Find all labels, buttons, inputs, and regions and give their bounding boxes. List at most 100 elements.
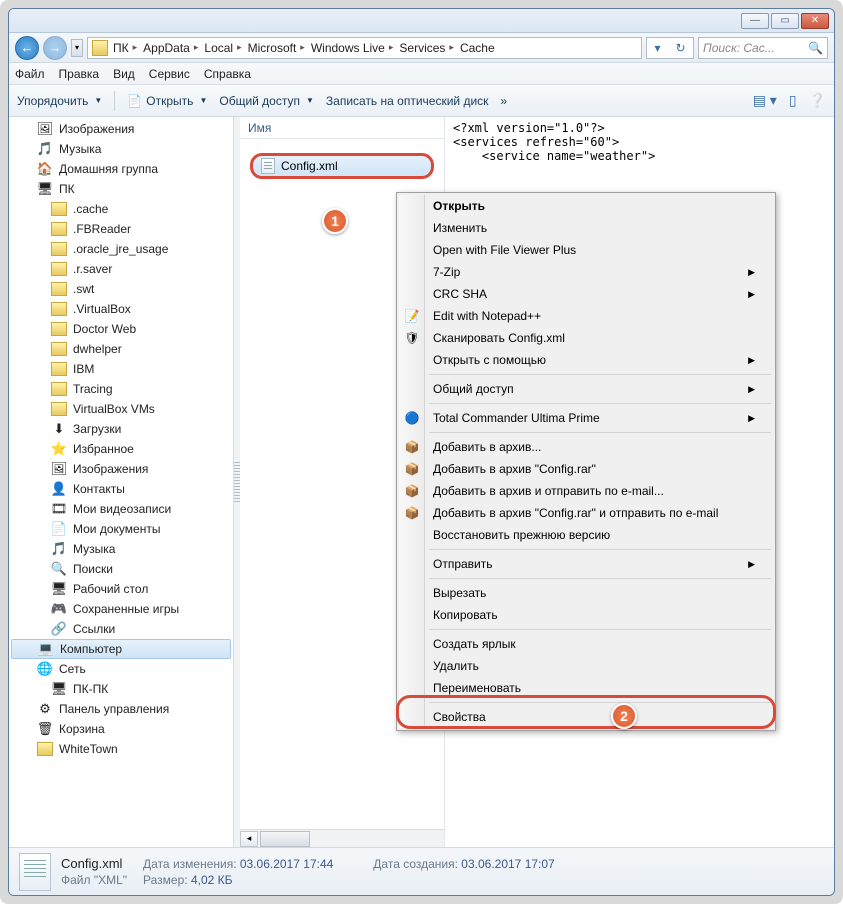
context-menu-item[interactable]: Открыть с помощью▶: [399, 349, 773, 371]
annotation-marker-1: 1: [322, 208, 348, 234]
context-menu-item[interactable]: Изменить: [399, 217, 773, 239]
context-menu-item[interactable]: Общий доступ▶: [399, 378, 773, 400]
tree-item[interactable]: ⚙Панель управления: [9, 699, 233, 719]
context-menu-item[interactable]: Открыть: [399, 195, 773, 217]
titlebar: — ▭ ✕: [9, 9, 834, 33]
tree-item[interactable]: .swt: [9, 279, 233, 299]
help-button[interactable]: ❔: [809, 92, 826, 109]
menu-view[interactable]: Вид: [113, 67, 135, 81]
tree-item[interactable]: .FBReader: [9, 219, 233, 239]
folder-icon: [92, 40, 108, 56]
breadcrumb-item[interactable]: ПК▸: [110, 41, 140, 55]
context-menu-item[interactable]: 📝Edit with Notepad++: [399, 305, 773, 327]
menu-tools[interactable]: Сервис: [149, 67, 190, 81]
tree-item[interactable]: dwhelper: [9, 339, 233, 359]
breadcrumb-item[interactable]: Services▸: [396, 41, 457, 55]
context-menu-item[interactable]: Переименовать: [399, 677, 773, 699]
tree-item[interactable]: Tracing: [9, 379, 233, 399]
tree-item[interactable]: 🎞Мои видеозаписи: [9, 499, 233, 519]
menu-file[interactable]: Файл: [15, 67, 45, 81]
context-menu-item[interactable]: 7-Zip▶: [399, 261, 773, 283]
close-button[interactable]: ✕: [801, 13, 829, 29]
tree-item[interactable]: Doctor Web: [9, 319, 233, 339]
column-header-name[interactable]: Имя: [240, 117, 444, 139]
breadcrumb-item[interactable]: Local▸: [201, 41, 244, 55]
share-button[interactable]: Общий доступ▼: [219, 94, 314, 108]
breadcrumb-item[interactable]: Windows Live▸: [308, 41, 397, 55]
tree-item[interactable]: .r.saver: [9, 259, 233, 279]
context-menu: ОткрытьИзменитьOpen with File Viewer Plu…: [396, 192, 776, 731]
tree-item[interactable]: 🌐Сеть: [9, 659, 233, 679]
tree-item[interactable]: 🖼Изображения: [9, 119, 233, 139]
menu-edit[interactable]: Правка: [59, 67, 100, 81]
context-menu-item[interactable]: Восстановить прежнюю версию: [399, 524, 773, 546]
open-button[interactable]: 📄Открыть▼: [127, 94, 207, 108]
tree-item[interactable]: 🎵Музыка: [9, 539, 233, 559]
search-input[interactable]: Поиск: Cac...🔍: [698, 37, 828, 59]
context-menu-item[interactable]: 🛡Сканировать Config.xml: [399, 327, 773, 349]
tree-item[interactable]: .cache: [9, 199, 233, 219]
tree-item[interactable]: 🖥Рабочий стол: [9, 579, 233, 599]
tree-item[interactable]: 🔍Поиски: [9, 559, 233, 579]
history-dropdown[interactable]: ▾: [71, 39, 83, 57]
context-menu-item[interactable]: Вырезать: [399, 582, 773, 604]
tree-item[interactable]: 📄Мои документы: [9, 519, 233, 539]
forward-button[interactable]: →: [43, 36, 67, 60]
tree-item[interactable]: ⬇Загрузки: [9, 419, 233, 439]
burn-button[interactable]: Записать на оптический диск: [326, 94, 489, 108]
toolbar: Упорядочить▼ 📄Открыть▼ Общий доступ▼ Зап…: [9, 85, 834, 117]
file-config-xml[interactable]: Config.xml: [250, 153, 434, 179]
tree-item[interactable]: WhiteTown: [9, 739, 233, 759]
tree-item[interactable]: VirtualBox VMs: [9, 399, 233, 419]
context-menu-item[interactable]: 📦Добавить в архив "Config.rar": [399, 458, 773, 480]
context-menu-item[interactable]: Создать ярлык: [399, 633, 773, 655]
menu-help[interactable]: Справка: [204, 67, 251, 81]
address-bar: ← → ▾ ПК▸ AppData▸ Local▸ Microsoft▸ Win…: [9, 33, 834, 63]
context-menu-item[interactable]: 📦Добавить в архив и отправить по e-mail.…: [399, 480, 773, 502]
tree-item[interactable]: IBM: [9, 359, 233, 379]
breadcrumb-item[interactable]: Microsoft▸: [245, 41, 308, 55]
breadcrumb-item[interactable]: AppData▸: [140, 41, 201, 55]
horizontal-scrollbar[interactable]: ◂: [240, 829, 444, 847]
tree-item[interactable]: .VirtualBox: [9, 299, 233, 319]
context-menu-item[interactable]: 📦Добавить в архив...: [399, 436, 773, 458]
search-icon: 🔍: [808, 41, 823, 55]
tree-item[interactable]: 🗑Корзина: [9, 719, 233, 739]
tree-item[interactable]: 🎵Музыка: [9, 139, 233, 159]
status-filename: Config.xml: [61, 856, 127, 871]
tree-item[interactable]: 🖥ПК: [9, 179, 233, 199]
breadcrumb-item[interactable]: Cache: [457, 41, 498, 55]
refresh-controls[interactable]: ▾↻: [646, 37, 694, 59]
file-type-icon: [19, 853, 51, 891]
more-button[interactable]: »: [500, 94, 507, 108]
breadcrumb[interactable]: ПК▸ AppData▸ Local▸ Microsoft▸ Windows L…: [87, 37, 642, 59]
context-menu-item[interactable]: 📦Добавить в архив "Config.rar" и отправи…: [399, 502, 773, 524]
tree-item[interactable]: 🖼Изображения: [9, 459, 233, 479]
back-button[interactable]: ←: [15, 36, 39, 60]
context-menu-item[interactable]: Отправить▶: [399, 553, 773, 575]
tree-item[interactable]: 💻Компьютер: [11, 639, 231, 659]
annotation-marker-2: 2: [611, 703, 637, 729]
maximize-button[interactable]: ▭: [771, 13, 799, 29]
details-pane: Config.xml Файл "XML" Дата изменения: 03…: [9, 847, 834, 895]
context-menu-item[interactable]: 🔵Total Commander Ultima Prime▶: [399, 407, 773, 429]
tree-item[interactable]: 🖥ПК-ПК: [9, 679, 233, 699]
organize-button[interactable]: Упорядочить▼: [17, 94, 102, 108]
tree-item[interactable]: 🔗Ссылки: [9, 619, 233, 639]
preview-pane-button[interactable]: ▯: [789, 92, 797, 109]
tree-item[interactable]: ⭐Избранное: [9, 439, 233, 459]
tree-item[interactable]: 👤Контакты: [9, 479, 233, 499]
minimize-button[interactable]: —: [741, 13, 769, 29]
context-menu-item[interactable]: Свойства: [399, 706, 773, 728]
context-menu-item[interactable]: Open with File Viewer Plus: [399, 239, 773, 261]
tree-item[interactable]: 🎮Сохраненные игры: [9, 599, 233, 619]
file-label: Config.xml: [281, 159, 338, 173]
tree-item[interactable]: .oracle_jre_usage: [9, 239, 233, 259]
view-button[interactable]: ▤ ▾: [753, 92, 777, 109]
context-menu-item[interactable]: CRC SHA▶: [399, 283, 773, 305]
context-menu-item[interactable]: Удалить: [399, 655, 773, 677]
nav-tree[interactable]: 🖼Изображения🎵Музыка🏠Домашняя группа🖥ПК.c…: [9, 117, 234, 847]
file-icon: [261, 158, 275, 174]
tree-item[interactable]: 🏠Домашняя группа: [9, 159, 233, 179]
context-menu-item[interactable]: Копировать: [399, 604, 773, 626]
